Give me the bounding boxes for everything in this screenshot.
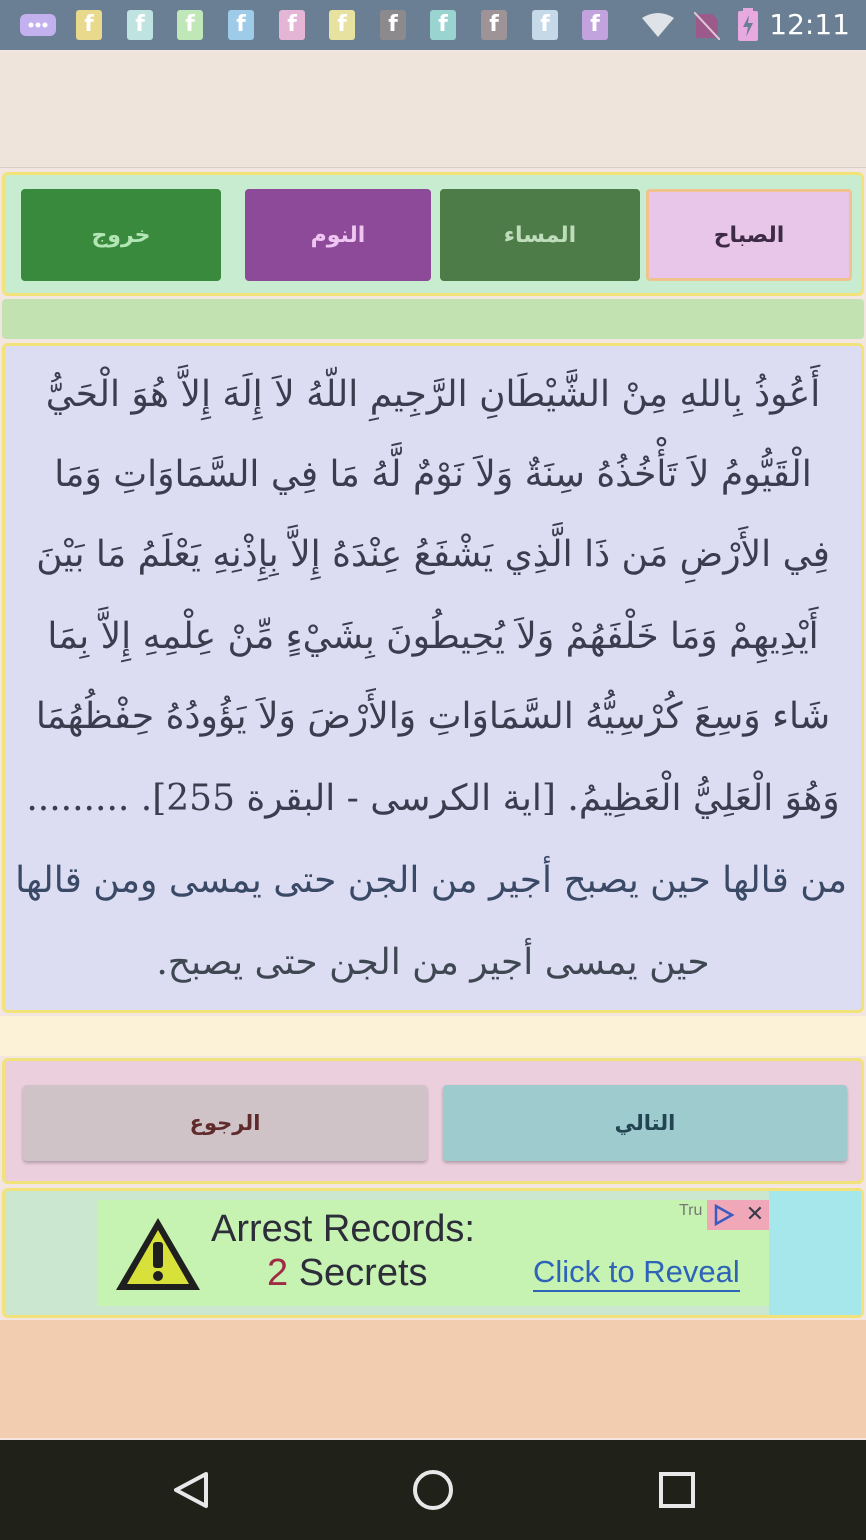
system-navigation-bar <box>0 1440 866 1540</box>
tabs-bar: خروج النوم المساء الصباح <box>2 172 864 296</box>
verse-line: أَعُوذُ بِاللهِ مِنْ الشَّيْطَانِ الرَّج… <box>45 374 821 415</box>
verse-panel: أَعُوذُ بِاللهِ مِنْ الشَّيْطَانِ الرَّج… <box>2 343 864 1013</box>
more-notifications-icon <box>20 14 56 36</box>
ad-subtitle-text: Secrets <box>298 1252 428 1294</box>
clock: 12:11 <box>769 8 850 41</box>
verse-virtue-line: من قالها حين يصبح أجير من الجن حتى يمسى … <box>15 860 847 901</box>
decorative-strip <box>0 1016 866 1056</box>
verse-line: فِي الأَرْضِ مَن ذَا الَّذِي يَشْفَعُ عِ… <box>36 534 830 575</box>
verse-virtue-line: حين يمسى أجير من الجن حتى يصبح. <box>156 942 710 983</box>
navigation-panel: الرجوع التالي <box>2 1058 864 1184</box>
ad-title: Arrest Records: <box>211 1208 475 1250</box>
ad-subtitle: 2 Secrets <box>267 1252 428 1295</box>
ad-subtitle-number: 2 <box>267 1252 289 1294</box>
ad-side-panel <box>769 1191 861 1315</box>
warning-icon <box>113 1214 203 1298</box>
facebook-notification-icon: f <box>279 10 305 40</box>
ad-cta-link[interactable]: Click to Reveal <box>533 1254 740 1292</box>
back-button[interactable]: الرجوع <box>23 1085 427 1161</box>
facebook-notification-icon: f <box>228 10 254 40</box>
ad-close-icon[interactable]: ✕ <box>739 1200 771 1230</box>
verse-line: الْقَيُّومُ لاَ تَأْخُذُهُ سِنَةٌ وَلاَ … <box>54 454 812 495</box>
verse-line: أَيْدِيهِمْ وَمَا خَلْفَهُمْ وَلاَ يُحِي… <box>47 616 819 657</box>
decorative-strip <box>2 299 864 339</box>
facebook-notification-icon: f <box>582 10 608 40</box>
battery-charging-icon <box>736 8 760 42</box>
verse-line-reference: وَهُوَ الْعَلِيُّ الْعَظِيمُ. [اية الكرس… <box>26 778 840 819</box>
next-button[interactable]: التالي <box>443 1085 847 1161</box>
ad-container: Arrest Records: 2 Secrets Click to Revea… <box>2 1188 864 1318</box>
wifi-icon <box>640 12 676 38</box>
verse-line: شَاء وَسِعَ كُرْسِيُّهُ السَّمَاوَاتِ وَ… <box>35 696 831 737</box>
facebook-notification-icon: f <box>380 10 406 40</box>
tab-sleep[interactable]: النوم <box>245 189 431 281</box>
ad-banner[interactable]: Arrest Records: 2 Secrets Click to Revea… <box>97 1200 771 1306</box>
tab-evening[interactable]: المساء <box>440 189 640 281</box>
ad-brand-label: Tru <box>679 1202 703 1219</box>
facebook-notification-icon: f <box>177 10 203 40</box>
home-icon[interactable] <box>407 1464 459 1516</box>
bottom-banner <box>0 1320 866 1438</box>
facebook-notification-icon: f <box>329 10 355 40</box>
facebook-notification-icon: f <box>481 10 507 40</box>
tab-morning[interactable]: الصباح <box>646 189 852 281</box>
ad-choices-icon[interactable] <box>707 1200 739 1230</box>
exit-button[interactable]: خروج <box>21 189 221 281</box>
facebook-notification-icon: f <box>430 10 456 40</box>
facebook-notification-icon: f <box>76 10 102 40</box>
facebook-notification-icon: f <box>532 10 558 40</box>
top-banner <box>0 52 866 168</box>
no-sim-icon <box>693 11 721 41</box>
back-icon[interactable] <box>164 1464 216 1516</box>
recents-icon[interactable] <box>651 1464 703 1516</box>
status-bar: f f f f f f f f f f f 12:11 <box>0 0 866 50</box>
facebook-notification-icon: f <box>127 10 153 40</box>
